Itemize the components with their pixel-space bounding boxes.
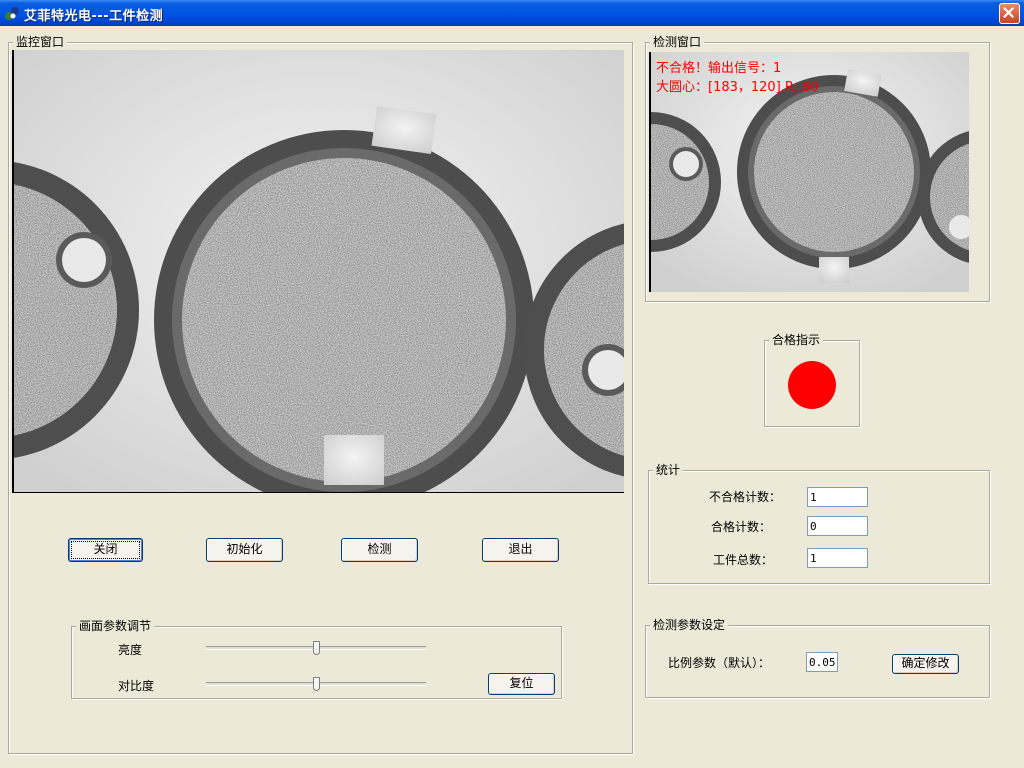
contrast-slider-thumb[interactable]	[313, 677, 320, 691]
monitor-camera-view	[12, 50, 624, 493]
pass-status-indicator	[788, 361, 836, 409]
detect-button[interactable]: 检测	[341, 538, 418, 562]
close-icon	[1003, 7, 1014, 18]
title-bar: 艾菲特光电---工件检测	[0, 0, 1024, 26]
pass-indicator-label: 合格指示	[769, 333, 824, 347]
init-button[interactable]: 初始化	[206, 538, 283, 562]
contrast-label: 对比度	[118, 679, 155, 693]
app-logo-icon	[5, 7, 19, 20]
detect-circle-text: 大圆心：[183，120],R: 80	[656, 80, 819, 95]
ratio-param-field[interactable]: 0.05	[806, 652, 838, 672]
detect-result-text: 不合格！输出信号：1	[656, 61, 782, 76]
total-count-label: 工件总数：	[713, 553, 774, 567]
stats-label: 统计	[653, 463, 684, 477]
monitor-window-label: 监控窗口	[13, 35, 68, 49]
pass-count-label: 合格计数：	[711, 520, 772, 534]
detect-window-label: 检测窗口	[650, 35, 705, 49]
fail-count-label: 不合格计数：	[709, 490, 782, 504]
detect-camera-view: 不合格！输出信号：1 大圆心：[183，120],R: 80	[649, 52, 969, 292]
confirm-change-button[interactable]: 确定修改	[892, 654, 959, 674]
ratio-param-label: 比例参数（默认）：	[668, 656, 771, 670]
reset-button[interactable]: 复位	[488, 673, 555, 695]
exit-button[interactable]: 退出	[482, 538, 559, 562]
window-close-button[interactable]	[999, 3, 1020, 24]
detect-params-label: 检测参数设定	[650, 618, 729, 632]
brightness-label: 亮度	[118, 643, 143, 657]
close-button[interactable]: 关闭	[68, 538, 143, 562]
brightness-slider-thumb[interactable]	[313, 641, 320, 655]
monitor-camera-image	[14, 50, 624, 492]
window-title: 艾菲特光电---工件检测	[24, 9, 164, 24]
pass-count-field[interactable]: 0	[807, 516, 868, 536]
image-params-label: 画面参数调节	[76, 619, 155, 633]
total-count-field[interactable]: 1	[807, 548, 868, 568]
fail-count-field[interactable]: 1	[807, 487, 868, 507]
